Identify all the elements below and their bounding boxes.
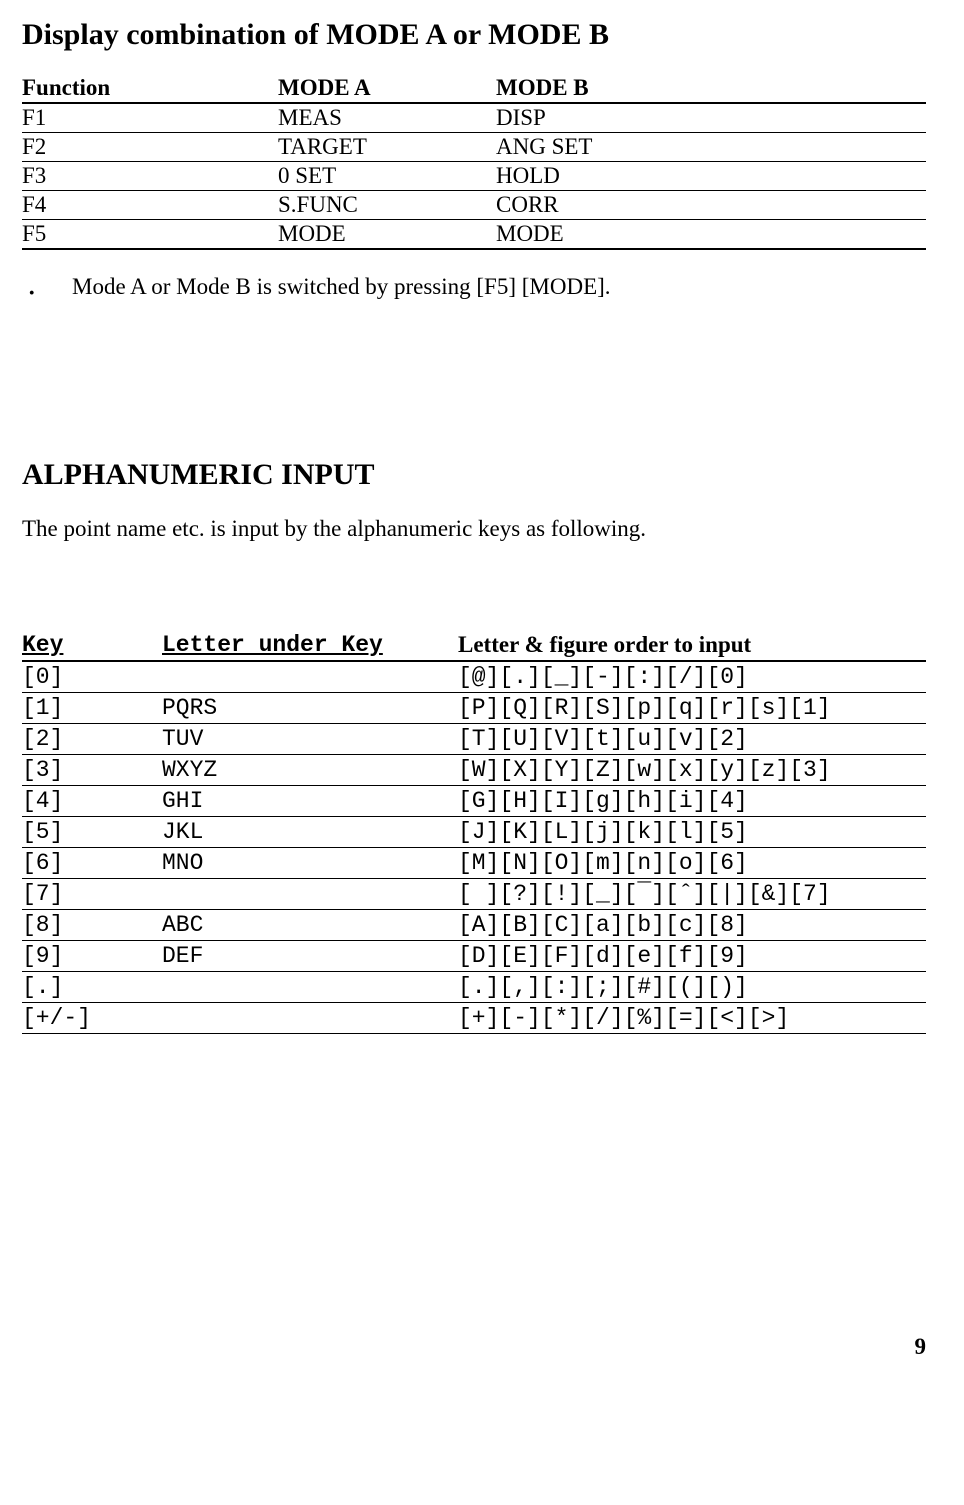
keys-cell: ABC xyxy=(162,910,458,941)
keys-row: [5]JKL[J][K][L][j][k][l][5] xyxy=(22,817,926,848)
keys-cell: [7] xyxy=(22,879,162,910)
keys-row: [9]DEF[D][E][F][d][e][f][9] xyxy=(22,941,926,972)
keys-row: [4]GHI[G][H][I][g][h][i][4] xyxy=(22,786,926,817)
modes-row: F30 SETHOLD xyxy=(22,162,926,191)
modes-header-mode-a: MODE A xyxy=(278,74,496,103)
modes-cell: F1 xyxy=(22,103,278,133)
keys-cell: [M][N][O][m][n][o][6] xyxy=(458,848,926,879)
modes-cell: 0 SET xyxy=(278,162,496,191)
modes-row: F4S.FUNCCORR xyxy=(22,191,926,220)
keys-cell: WXYZ xyxy=(162,755,458,786)
keys-cell: [4] xyxy=(22,786,162,817)
keys-row: [0] [@][.][_][-][:][/][0] xyxy=(22,661,926,693)
mode-switch-note-text: Mode A or Mode B is switched by pressing… xyxy=(72,274,611,308)
bullet-dot-icon: ･ xyxy=(22,274,72,308)
modes-cell: TARGET xyxy=(278,133,496,162)
keys-cell: [+][-][*][/][%][=][<][>] xyxy=(458,1003,926,1034)
modes-cell: CORR xyxy=(496,191,926,220)
keys-cell: [.][,][:][;][#][(][)] xyxy=(458,972,926,1003)
modes-cell: F5 xyxy=(22,220,278,250)
modes-row: F5MODEMODE xyxy=(22,220,926,250)
keys-cell: MNO xyxy=(162,848,458,879)
keys-cell: PQRS xyxy=(162,693,458,724)
keys-cell: [6] xyxy=(22,848,162,879)
keys-row: [.] [.][,][:][;][#][(][)] xyxy=(22,972,926,1003)
modes-row: F2TARGETANG SET xyxy=(22,133,926,162)
keys-cell: [9] xyxy=(22,941,162,972)
keys-cell: [5] xyxy=(22,817,162,848)
modes-cell: DISP xyxy=(496,103,926,133)
keys-row: [7] [ ][?][!][_][¯][ˆ][|][&][7] xyxy=(22,879,926,910)
keys-cell: [P][Q][R][S][p][q][r][s][1] xyxy=(458,693,926,724)
keys-cell: [@][.][_][-][:][/][0] xyxy=(458,661,926,693)
modes-table: Function MODE A MODE B F1MEASDISPF2TARGE… xyxy=(22,74,926,250)
keys-cell: [.] xyxy=(22,972,162,1003)
modes-cell: HOLD xyxy=(496,162,926,191)
keys-row: [+/-] [+][-][*][/][%][=][<][>] xyxy=(22,1003,926,1034)
keys-cell: GHI xyxy=(162,786,458,817)
modes-cell: MODE xyxy=(496,220,926,250)
modes-cell: MEAS xyxy=(278,103,496,133)
keys-cell: [A][B][C][a][b][c][8] xyxy=(458,910,926,941)
keys-cell: [W][X][Y][Z][w][x][y][z][3] xyxy=(458,755,926,786)
keys-cell: TUV xyxy=(162,724,458,755)
alphanumeric-intro: The point name etc. is input by the alph… xyxy=(22,516,926,542)
keys-body: [0][@][.][_][-][:][/][0][1]PQRS[P][Q][R]… xyxy=(22,661,926,1034)
keys-row: [1]PQRS[P][Q][R][S][p][q][r][s][1] xyxy=(22,693,926,724)
modes-header-function: Function xyxy=(22,74,278,103)
keys-header-row: Key Letter under Key Letter & figure ord… xyxy=(22,630,926,661)
modes-header-mode-b: MODE B xyxy=(496,74,926,103)
keys-cell: [1] xyxy=(22,693,162,724)
keys-table: Key Letter under Key Letter & figure ord… xyxy=(22,630,926,1034)
keys-header-key: Key xyxy=(22,630,162,661)
modes-cell: ANG SET xyxy=(496,133,926,162)
modes-body: F1MEASDISPF2TARGETANG SETF30 SETHOLDF4S.… xyxy=(22,103,926,249)
keys-row: [8]ABC[A][B][C][a][b][c][8] xyxy=(22,910,926,941)
keys-cell xyxy=(162,972,458,1003)
keys-cell: [ ][?][!][_][¯][ˆ][|][&][7] xyxy=(458,879,926,910)
keys-row: [2]TUV[T][U][V][t][u][v][2] xyxy=(22,724,926,755)
keys-cell: [G][H][I][g][h][i][4] xyxy=(458,786,926,817)
keys-cell: [8] xyxy=(22,910,162,941)
keys-cell: [T][U][V][t][u][v][2] xyxy=(458,724,926,755)
keys-header-letters: Letter under Key xyxy=(162,630,458,661)
keys-cell: DEF xyxy=(162,941,458,972)
modes-cell: MODE xyxy=(278,220,496,250)
modes-cell: F2 xyxy=(22,133,278,162)
page-number: 9 xyxy=(22,1334,926,1360)
keys-cell: JKL xyxy=(162,817,458,848)
keys-row: [3]WXYZ[W][X][Y][Z][w][x][y][z][3] xyxy=(22,755,926,786)
keys-cell: [3] xyxy=(22,755,162,786)
modes-cell: F3 xyxy=(22,162,278,191)
modes-cell: F4 xyxy=(22,191,278,220)
keys-row: [6]MNO[M][N][O][m][n][o][6] xyxy=(22,848,926,879)
modes-header-row: Function MODE A MODE B xyxy=(22,74,926,103)
keys-header-inputorder: Letter & figure order to input xyxy=(458,630,926,661)
keys-cell xyxy=(162,661,458,693)
page-heading-alphanumeric: ALPHANUMERIC INPUT xyxy=(22,458,926,492)
keys-cell xyxy=(162,1003,458,1034)
keys-cell: [0] xyxy=(22,661,162,693)
keys-cell: [D][E][F][d][e][f][9] xyxy=(458,941,926,972)
keys-cell: [J][K][L][j][k][l][5] xyxy=(458,817,926,848)
modes-row: F1MEASDISP xyxy=(22,103,926,133)
page-heading-modes: Display combination of MODE A or MODE B xyxy=(22,18,926,52)
keys-cell: [+/-] xyxy=(22,1003,162,1034)
modes-cell: S.FUNC xyxy=(278,191,496,220)
mode-switch-note: ･ Mode A or Mode B is switched by pressi… xyxy=(22,274,926,308)
keys-cell xyxy=(162,879,458,910)
keys-cell: [2] xyxy=(22,724,162,755)
